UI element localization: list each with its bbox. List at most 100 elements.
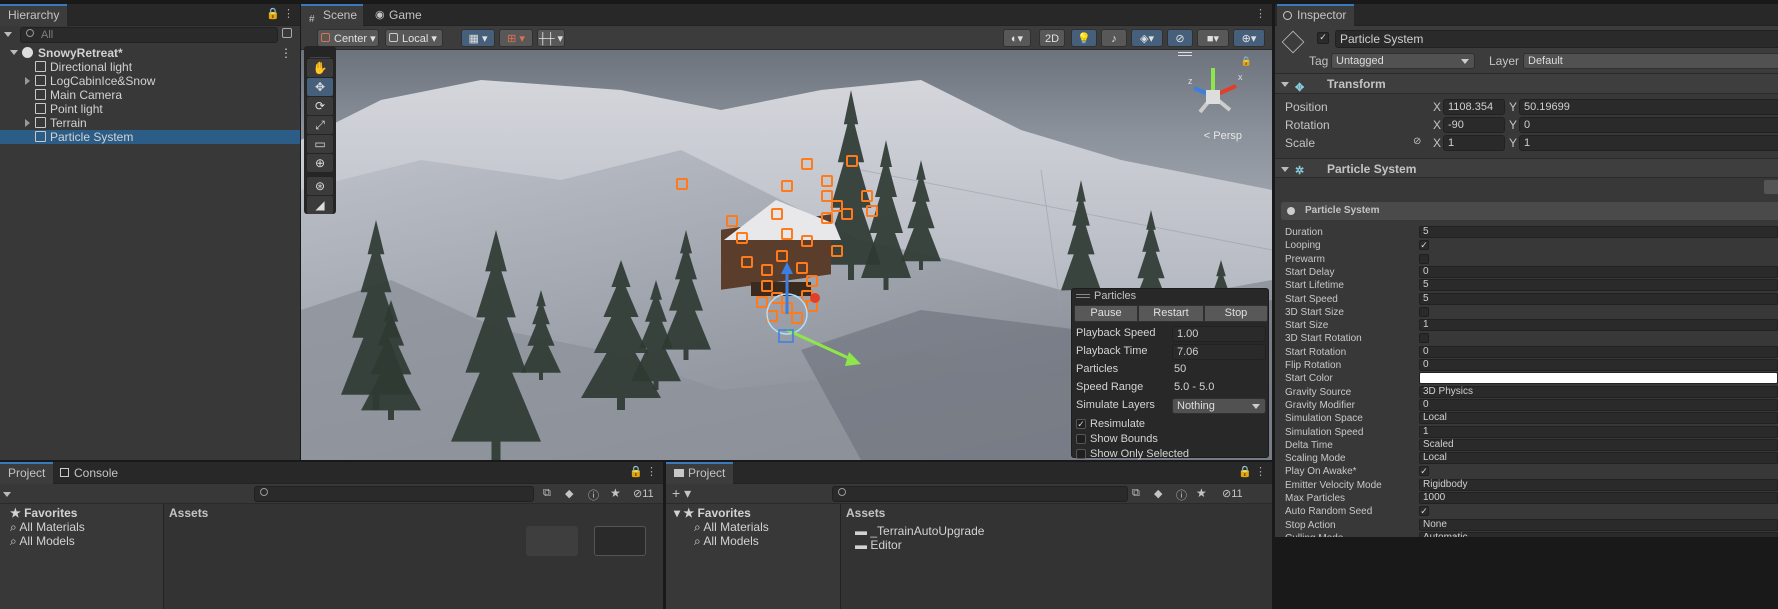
- pos-y-label[interactable]: Y: [1509, 100, 1517, 114]
- hierarchy-item[interactable]: Main Camera: [0, 88, 300, 102]
- property-field[interactable]: 0: [1419, 265, 1778, 278]
- expand-arrow-icon[interactable]: [25, 119, 30, 127]
- create-dropdown-icon[interactable]: [4, 32, 12, 37]
- tab-project-2[interactable]: Project: [666, 462, 734, 484]
- hidden-packages-icon[interactable]: ⊘11: [1222, 487, 1243, 500]
- property-field[interactable]: Local: [1419, 412, 1778, 425]
- overlay-checkbox-row[interactable]: ✓ Resimulate: [1076, 417, 1145, 431]
- scale-y-field[interactable]: 1: [1519, 135, 1778, 151]
- all-materials-item[interactable]: ⌕ All Materials: [666, 520, 840, 534]
- pivot-center-dropdown[interactable]: Center ▾: [317, 29, 379, 47]
- create-dropdown-icon[interactable]: [3, 492, 11, 497]
- all-materials-item[interactable]: ⌕ All Materials: [0, 520, 160, 534]
- hidden-packages-icon[interactable]: ⊘11: [633, 487, 654, 500]
- search-filter-icon[interactable]: [282, 28, 292, 38]
- property-field[interactable]: 0: [1419, 345, 1778, 358]
- favorites-row[interactable]: ★ Favorites: [0, 506, 160, 520]
- property-field[interactable]: 5: [1419, 292, 1778, 305]
- move-tool-icon[interactable]: ✥: [307, 78, 333, 96]
- tab-inspector[interactable]: Inspector: [1277, 4, 1355, 26]
- layer-dropdown[interactable]: Default: [1523, 53, 1778, 69]
- property-checkbox[interactable]: [1419, 333, 1429, 344]
- project-search-input[interactable]: [254, 486, 534, 502]
- label-filter-icon[interactable]: ◆: [565, 487, 573, 500]
- color-swatch[interactable]: [1419, 372, 1778, 385]
- active-checkbox[interactable]: ✓: [1317, 32, 1329, 44]
- property-field[interactable]: None: [1419, 518, 1778, 531]
- tab-hierarchy[interactable]: Hierarchy: [0, 4, 68, 26]
- property-field[interactable]: 1: [1419, 425, 1778, 438]
- expand-arrow-icon[interactable]: [10, 50, 18, 55]
- move-gizmo[interactable]: [741, 250, 861, 370]
- property-field[interactable]: 5: [1419, 279, 1778, 292]
- hierarchy-search-input[interactable]: All: [20, 27, 278, 43]
- hand-tool-icon[interactable]: ✋: [307, 59, 333, 77]
- asset-folder-item[interactable]: ▬ Editor: [841, 538, 1272, 552]
- audio-toggle-icon[interactable]: ♪: [1101, 29, 1127, 47]
- rot-y-label[interactable]: Y: [1509, 118, 1517, 132]
- property-field[interactable]: 0: [1419, 398, 1778, 411]
- effects-dropdown-icon[interactable]: ◈▾: [1131, 29, 1163, 47]
- property-checkbox[interactable]: ✓: [1419, 466, 1429, 477]
- search-by-type-icon[interactable]: ⧉: [1132, 487, 1140, 500]
- all-models-item[interactable]: ⌕ All Models: [666, 534, 840, 548]
- constrain-proportions-icon[interactable]: ⊘: [1413, 136, 1421, 147]
- add-asset-button[interactable]: + ▾: [672, 485, 691, 502]
- scene-visibility-icon[interactable]: ⊘: [1167, 29, 1193, 47]
- rotation-x-field[interactable]: -90: [1443, 117, 1505, 133]
- gizmo-lock-icon[interactable]: 🔒: [1241, 56, 1252, 67]
- scene-row[interactable]: SnowyRetreat* ⋮: [0, 46, 300, 60]
- assets-breadcrumb[interactable]: Assets: [846, 506, 885, 520]
- stop-button[interactable]: Stop: [1204, 305, 1268, 322]
- rot-x-label[interactable]: X: [1433, 118, 1441, 132]
- project2-tab-menu-icon[interactable]: 🔒 ⋮: [1238, 465, 1266, 478]
- log-icon[interactable]: ⓘ: [588, 487, 599, 503]
- assets-breadcrumb[interactable]: Assets: [169, 506, 208, 520]
- property-checkbox[interactable]: [1419, 253, 1429, 264]
- checkbox[interactable]: [1076, 449, 1086, 460]
- mode-2d-button[interactable]: 2D: [1039, 29, 1065, 47]
- tab-game[interactable]: ◉ Game: [367, 4, 430, 26]
- playback-time-field[interactable]: 7.06: [1172, 344, 1266, 360]
- property-field[interactable]: 3D Physics: [1419, 385, 1778, 398]
- restart-button[interactable]: Restart: [1138, 305, 1204, 322]
- tab-scene[interactable]: # Scene: [301, 4, 363, 26]
- playback-speed-field[interactable]: 1.00: [1172, 326, 1266, 342]
- property-field[interactable]: Scaled: [1419, 438, 1778, 451]
- overlay-grip-icon[interactable]: [310, 46, 330, 58]
- all-models-item[interactable]: ⌕ All Models: [0, 534, 160, 548]
- checkbox[interactable]: ✓: [1076, 419, 1086, 430]
- hierarchy-tab-menu-icon[interactable]: 🔒 ⋮: [266, 7, 294, 20]
- tag-dropdown[interactable]: Untagged: [1331, 53, 1475, 69]
- log-icon[interactable]: ⓘ: [1176, 487, 1187, 503]
- position-x-field[interactable]: 1108.354: [1443, 99, 1505, 115]
- hierarchy-item[interactable]: LogCabinIce&Snow: [0, 74, 300, 88]
- grid-tool-icon[interactable]: ◢: [307, 196, 333, 214]
- overlay-handle-icon[interactable]: [1178, 52, 1192, 56]
- foldout-arrow-icon[interactable]: [1281, 82, 1289, 87]
- transform-tool-icon[interactable]: ⊕: [307, 154, 333, 172]
- scale-x-field[interactable]: 1: [1443, 135, 1505, 151]
- property-field[interactable]: 5: [1419, 226, 1778, 238]
- asset-folder-item[interactable]: ▬ _TerrainAutoUpgrade: [841, 524, 1272, 538]
- position-y-field[interactable]: 50.19699: [1519, 99, 1778, 115]
- property-field[interactable]: Local: [1419, 452, 1778, 465]
- lighting-toggle-icon[interactable]: 💡: [1071, 29, 1097, 47]
- scale-y-label[interactable]: Y: [1509, 136, 1517, 150]
- scale-x-label[interactable]: X: [1433, 136, 1441, 150]
- favorite-star-icon[interactable]: ★: [610, 486, 621, 500]
- rotate-tool-icon[interactable]: ⟳: [307, 97, 333, 115]
- rotation-y-field[interactable]: 0: [1519, 117, 1778, 133]
- pos-x-label[interactable]: X: [1433, 100, 1441, 114]
- label-filter-icon[interactable]: ◆: [1154, 487, 1162, 500]
- project2-search-input[interactable]: [832, 486, 1128, 502]
- favorite-star-icon[interactable]: ★: [1196, 486, 1207, 500]
- open-editor-button[interactable]: [1764, 180, 1778, 194]
- hierarchy-item[interactable]: Directional light: [0, 60, 300, 74]
- tab-console[interactable]: Console: [52, 462, 126, 484]
- gizmos-dropdown-icon[interactable]: ⊕▾: [1233, 29, 1265, 47]
- search-by-type-icon[interactable]: ⧉: [543, 487, 551, 500]
- property-field[interactable]: 0: [1419, 359, 1778, 371]
- expand-arrow-icon[interactable]: [25, 77, 30, 85]
- scene-menu-icon[interactable]: ⋮: [280, 46, 292, 60]
